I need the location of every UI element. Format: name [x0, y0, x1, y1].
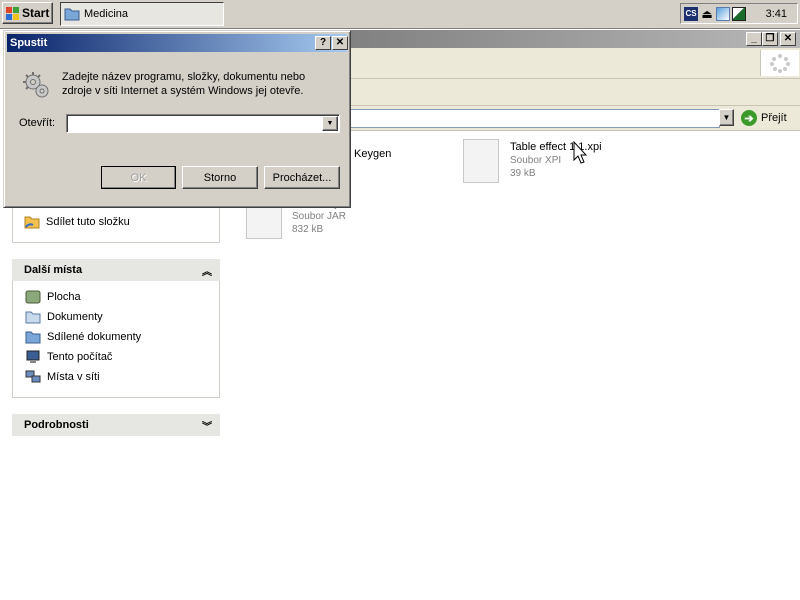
other-place-item[interactable]: Místa v síti	[25, 368, 100, 386]
other-place-label: Tento počítač	[47, 351, 113, 363]
open-label: Otevřít:	[19, 117, 56, 129]
file-name: Keygen	[354, 148, 392, 160]
windows-throbber	[760, 50, 799, 76]
help-button[interactable]: ?	[315, 36, 331, 50]
shared-folder-icon	[25, 331, 41, 344]
explorer-toolbar	[346, 79, 800, 106]
other-places-pane: Plocha Dokumenty Sdílené dokumenty Tento…	[12, 281, 220, 398]
cancel-button[interactable]: Storno	[182, 166, 258, 189]
system-tray: CS ⏏ 3:41	[680, 3, 798, 24]
volume-icon[interactable]	[732, 6, 746, 21]
close-button[interactable]: ✕	[332, 36, 348, 50]
other-place-label: Místa v síti	[47, 371, 100, 383]
display-icon[interactable]	[716, 6, 730, 21]
expand-chevron-icon[interactable]: ︾	[202, 418, 212, 433]
file-size: 39 kB	[510, 168, 536, 179]
address-dropdown-button[interactable]: ▼	[719, 109, 734, 126]
other-place-item[interactable]: Plocha	[25, 288, 81, 306]
open-input[interactable]	[66, 114, 340, 133]
share-folder-label: Sdílet tuto složku	[46, 216, 130, 228]
run-dialog: Spustit ? ✕ Zadejte název programu, slož…	[3, 30, 351, 208]
go-arrow-icon: ➔	[741, 110, 757, 126]
desktop-icon	[25, 290, 41, 304]
throbber-icon	[770, 54, 790, 73]
details-title: Podrobnosti	[24, 419, 89, 431]
network-icon	[25, 370, 41, 383]
run-icon	[23, 72, 49, 98]
other-place-label: Sdílené dokumenty	[47, 331, 142, 343]
run-dialog-titlebar[interactable]: Spustit	[7, 34, 347, 52]
open-dropdown-button[interactable]: ▼	[322, 116, 338, 131]
share-folder-icon	[24, 216, 40, 229]
file-size: 832 kB	[292, 224, 324, 235]
folder-icon	[64, 8, 80, 21]
computer-icon	[26, 350, 40, 363]
other-places-header[interactable]: Další místa ︽	[12, 259, 220, 281]
ok-button[interactable]: OK	[101, 166, 176, 189]
other-place-item[interactable]: Tento počítač	[25, 348, 112, 366]
other-place-item[interactable]: Sdílené dokumenty	[25, 328, 141, 346]
other-places-title: Další místa	[24, 264, 83, 276]
address-input[interactable]	[350, 109, 720, 128]
windows-logo-icon	[6, 6, 19, 20]
clock[interactable]: 3:41	[766, 8, 787, 20]
minimize-button[interactable]: _	[746, 32, 762, 46]
start-label: Start	[22, 6, 50, 20]
restore-button[interactable]: ❐	[762, 32, 778, 46]
go-button[interactable]: ➔ Přejít	[741, 108, 797, 128]
other-place-label: Plocha	[47, 291, 81, 303]
close-button[interactable]: ✕	[780, 32, 796, 46]
file-type: Soubor JAR	[292, 211, 346, 222]
mouse-cursor-icon	[573, 141, 588, 164]
run-dialog-title: Spustit	[10, 37, 48, 49]
folder-icon	[25, 311, 41, 324]
eject-icon[interactable]: ⏏	[700, 7, 714, 21]
explorer-titlebar[interactable]: _ ❐ ✕	[346, 30, 800, 48]
details-header[interactable]: Podrobnosti ︾	[12, 414, 220, 436]
browse-button[interactable]: Procházet...	[264, 166, 340, 189]
run-description: Zadejte název programu, složky, dokument…	[62, 71, 306, 97]
taskbar-item-label: Medicina	[84, 8, 129, 20]
other-place-label: Dokumenty	[47, 311, 103, 323]
other-place-item[interactable]: Dokumenty	[25, 308, 103, 326]
taskbar-item-medicina[interactable]: Medicina	[60, 2, 224, 26]
file-item[interactable]: Keygen	[354, 148, 391, 160]
go-label: Přejít	[761, 112, 787, 124]
language-indicator[interactable]: CS	[684, 6, 698, 21]
share-folder-link[interactable]: Sdílet tuto složku	[24, 213, 130, 231]
taskbar: Start Medicina CS ⏏ 3:41	[0, 0, 800, 29]
collapse-chevron-icon[interactable]: ︽	[202, 263, 212, 278]
start-button[interactable]: Start	[2, 2, 53, 24]
explorer-menubar	[346, 48, 800, 79]
file-icon	[463, 139, 499, 183]
